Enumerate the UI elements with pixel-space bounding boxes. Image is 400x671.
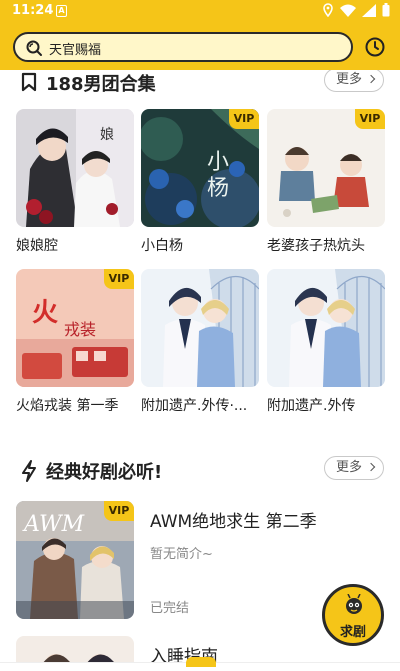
section-header-188: 188男团合集 更多 bbox=[0, 70, 400, 100]
search-placeholder: 天官赐福 bbox=[49, 43, 102, 58]
svg-text:娘: 娘 bbox=[100, 127, 114, 143]
list-item-title: AWM绝地求生 第二季 bbox=[150, 512, 317, 532]
card-title: 老婆孩子热炕头 bbox=[267, 238, 365, 254]
vip-badge: VIP bbox=[104, 501, 134, 521]
vip-badge: VIP bbox=[104, 269, 134, 289]
section-title: 经典好剧必听! bbox=[46, 462, 163, 483]
card-title: 娘娘腔 bbox=[16, 238, 58, 254]
svg-text:小: 小 bbox=[207, 150, 229, 175]
card-title: 小白杨 bbox=[141, 238, 183, 254]
drama-cover bbox=[267, 269, 385, 387]
card-title: 附加遗产.外传·... bbox=[141, 398, 248, 414]
bottom-nav-center-bump bbox=[186, 657, 216, 667]
search-icon bbox=[26, 40, 42, 56]
section-header-classic: 经典好剧必听! 更多 bbox=[0, 452, 400, 488]
history-clock-icon[interactable] bbox=[364, 36, 386, 58]
svg-text:火: 火 bbox=[32, 298, 58, 328]
vip-badge: VIP bbox=[355, 109, 385, 129]
wifi-icon bbox=[340, 4, 356, 17]
app-notification-icon: A bbox=[56, 5, 67, 17]
top-header: 天官赐福 bbox=[0, 24, 400, 70]
location-icon bbox=[323, 3, 333, 17]
svg-text:AWM: AWM bbox=[22, 512, 85, 537]
svg-text:戎装: 戎装 bbox=[64, 320, 96, 339]
drama-cover bbox=[141, 269, 259, 387]
chevron-right-icon bbox=[366, 462, 376, 472]
status-time: 11:24 bbox=[12, 3, 54, 18]
card-title: 附加遗产.外传 bbox=[267, 398, 356, 414]
more-button[interactable]: 更多 bbox=[324, 70, 384, 92]
battery-icon bbox=[382, 3, 390, 17]
list-item-description: 暂无简介~ bbox=[150, 547, 213, 562]
request-drama-label: 求剧 bbox=[339, 625, 366, 640]
more-label: 更多 bbox=[336, 72, 363, 87]
svg-text:杨: 杨 bbox=[207, 176, 229, 201]
bee-mascot-icon bbox=[346, 594, 362, 614]
vip-badge: VIP bbox=[229, 109, 259, 129]
more-button[interactable]: 更多 bbox=[324, 456, 384, 480]
list-item-status: 已完结 bbox=[150, 601, 190, 616]
card-title: 火焰戎装 第一季 bbox=[16, 398, 119, 414]
search-bar[interactable]: 天官赐福 bbox=[13, 32, 353, 62]
chevron-right-icon bbox=[366, 74, 376, 84]
section-title: 188男团合集 bbox=[46, 74, 156, 95]
bookmark-icon bbox=[21, 72, 37, 92]
signal-icon bbox=[362, 3, 376, 17]
bottom-nav-edge bbox=[0, 657, 400, 671]
lightning-icon bbox=[22, 460, 36, 482]
status-bar: 11:24 A bbox=[0, 0, 400, 24]
more-label: 更多 bbox=[336, 460, 363, 475]
drama-cover: 娘 bbox=[16, 109, 134, 227]
request-drama-button[interactable]: 求剧 bbox=[322, 584, 384, 646]
main-content[interactable]: 188男团合集 更多 娘 娘娘腔 小 杨 VIP 小白杨 VIP 老婆孩子热炕头… bbox=[0, 70, 400, 671]
